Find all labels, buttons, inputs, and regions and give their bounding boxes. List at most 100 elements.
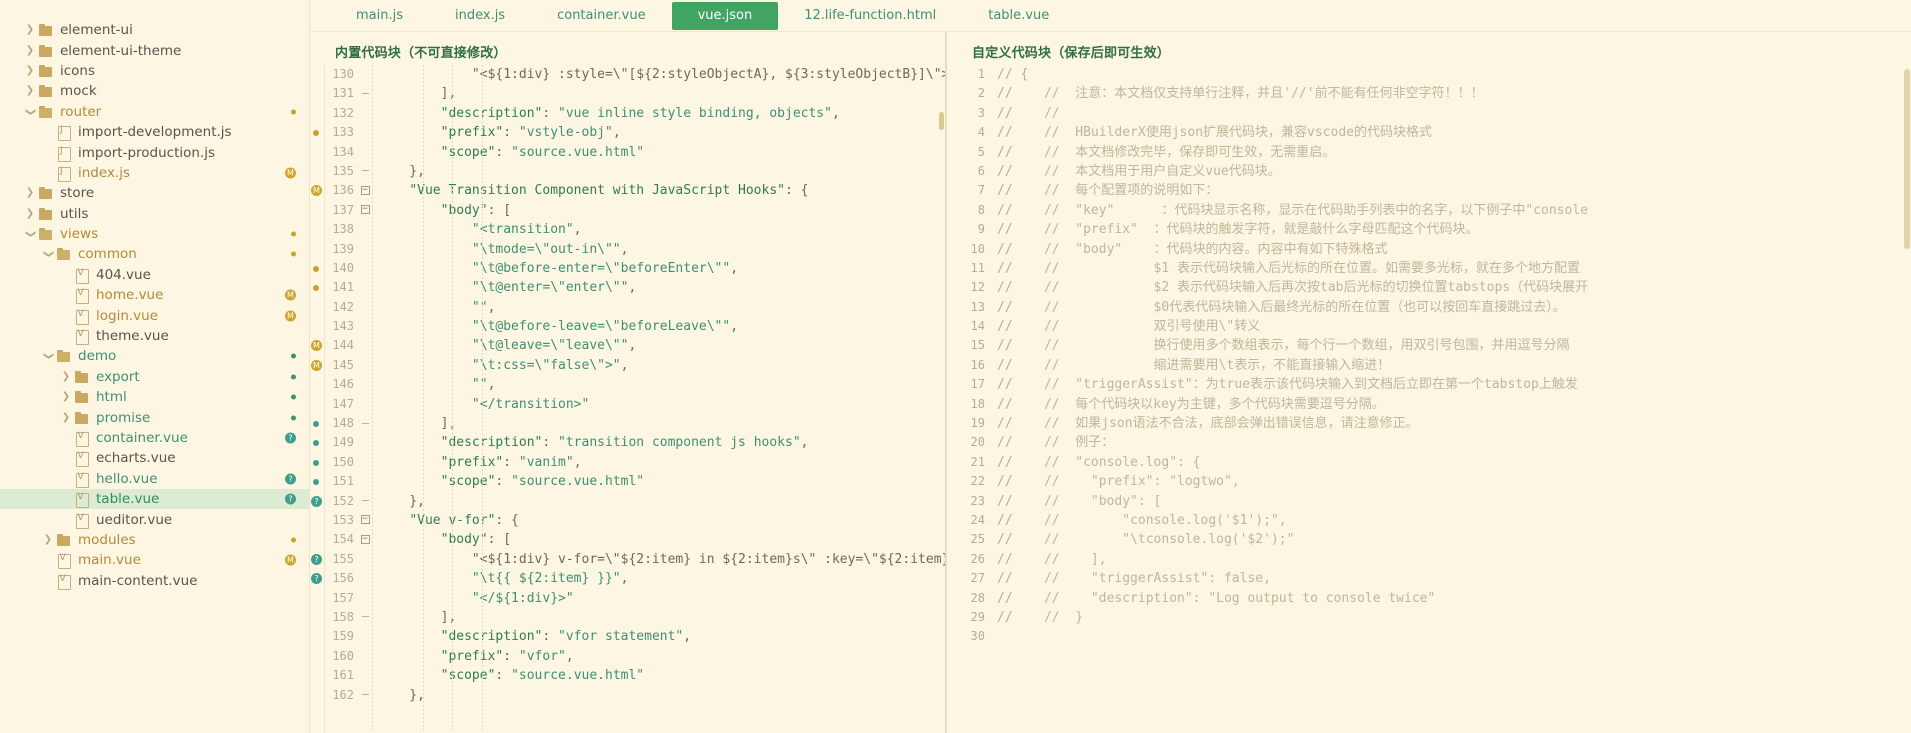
editor-tab-bar[interactable]: main.js index.js container.vue vue.json 12.l…	[310, 0, 1911, 32]
code-line[interactable]: 17 // // "triggerAssist"：为true表示该代码块输入到文档…	[947, 375, 1911, 394]
code-line[interactable]: 139 "\tmode=\"out-in\"",	[310, 240, 945, 259]
code-line[interactable]: 149 "description": "transition component…	[310, 433, 945, 452]
fold-control[interactable]: −	[358, 530, 372, 549]
editor-tab-12-life-function-html[interactable]: 12.life-function.html	[778, 2, 962, 30]
fold-control[interactable]: −	[358, 181, 372, 200]
tree-item-utils[interactable]: ❯ utils	[0, 204, 310, 224]
chevron-down-icon[interactable]: ❯	[40, 249, 56, 259]
tree-item-html[interactable]: ❯ html	[0, 387, 310, 407]
tree-item-container-vue[interactable]: container.vue?	[0, 428, 310, 448]
tree-item-store[interactable]: ❯ store	[0, 183, 310, 203]
editor-tab-table-vue[interactable]: table.vue	[962, 2, 1075, 30]
code-line[interactable]: 27 // // "triggerAssist": false,	[947, 569, 1911, 588]
code-line[interactable]: M 144 "\t@leave=\"leave\"",	[310, 336, 945, 355]
tree-item-login-vue[interactable]: login.vue M	[0, 305, 310, 325]
code-line[interactable]: ? 152 },	[310, 492, 945, 511]
code-line[interactable]: 20 // // 例子：	[947, 433, 1911, 452]
builtin-snippets-pane[interactable]: 内置代码块（不可直接修改） 130 "<${1:div} :style=\"[$…	[310, 32, 945, 733]
right-pane-scrollbar[interactable]	[1903, 65, 1911, 733]
tree-item-ueditor-vue[interactable]: ueditor.vue	[0, 509, 310, 529]
custom-snippets-pane[interactable]: 自定义代码块（保存后即可生效） 1 // {2 // // 注意：本文档仅支持单行注…	[947, 32, 1911, 733]
tree-item-theme-vue[interactable]: theme.vue	[0, 326, 310, 346]
custom-snippets-code[interactable]: 1 // {2 // // 注意：本文档仅支持单行注释，并且'//'前不能有任何非空…	[947, 65, 1911, 733]
scrollbar-thumb[interactable]	[939, 112, 944, 130]
code-line[interactable]: 135 },	[310, 162, 945, 181]
code-line[interactable]: 11 // // $1 表示代码块输入后光标的所在位置。如需要多光标，就在多个地方…	[947, 259, 1911, 278]
tree-item-table-vue[interactable]: table.vue?	[0, 488, 310, 510]
code-line[interactable]: 30	[947, 627, 1911, 646]
code-line[interactable]: 148 ],	[310, 414, 945, 433]
chevron-down-icon[interactable]: ❯	[22, 107, 38, 117]
code-line[interactable]: 3 // //	[947, 104, 1911, 123]
editor-tab-main-js[interactable]: main.js	[330, 2, 429, 30]
code-line[interactable]: 134 "scope": "source.vue.html"	[310, 143, 945, 162]
project-file-tree[interactable]: ❯ element-ui ❯ element-ui-theme ❯ icons ❯ mock ❯…	[0, 0, 310, 733]
chevron-right-icon[interactable]: ❯	[22, 86, 38, 96]
code-line[interactable]: 154− "body": [	[310, 530, 945, 549]
chevron-right-icon[interactable]: ❯	[58, 371, 74, 382]
code-line[interactable]: 8 // // "key" ：代码块显示名称，显示在代码助手列表中的名字，以下例子…	[947, 201, 1911, 220]
code-line[interactable]: 26 // // ],	[947, 550, 1911, 569]
code-line[interactable]: 140 "\t@before-enter=\"beforeEnter\"",	[310, 259, 945, 278]
code-line[interactable]: 131 ],	[310, 84, 945, 103]
code-line[interactable]: 151 "scope": "source.vue.html"	[310, 472, 945, 491]
tree-item-mock[interactable]: ❯ mock	[0, 81, 310, 101]
code-line[interactable]: 12 // // $2 表示代码块输入后再次按tab后光标的切换位置tabstop…	[947, 278, 1911, 297]
chevron-right-icon[interactable]: ❯	[58, 392, 74, 402]
code-line[interactable]: 1 // {	[947, 65, 1911, 84]
tree-item-hello-vue[interactable]: hello.vue?	[0, 469, 310, 489]
tree-item-demo[interactable]: ❯ demo	[0, 346, 310, 366]
fold-control[interactable]: −	[358, 511, 372, 530]
tree-item-echarts-vue[interactable]: echarts.vue	[0, 448, 310, 468]
scrollbar-thumb[interactable]	[1904, 69, 1910, 249]
code-line[interactable]: 10 // // "body" ：代码块的内容。内容中有如下特殊格式	[947, 240, 1911, 259]
code-line[interactable]: 21 // // "console.log": {	[947, 453, 1911, 472]
chevron-right-icon[interactable]: ❯	[22, 45, 38, 56]
tree-item-404-vue[interactable]: 404.vue	[0, 265, 310, 285]
code-line[interactable]: 16 // // 缩进需要用\t表示，不能直接输入缩进！	[947, 356, 1911, 375]
code-line[interactable]: 5 // // 本文档修改完毕，保存即可生效，无需重启。	[947, 143, 1911, 162]
code-line[interactable]: 132 "description": "vue inline style bin…	[310, 104, 945, 123]
code-line[interactable]: M 136− "Vue Transition Component with Jav…	[310, 181, 945, 200]
editor-tab-index-js[interactable]: index.js	[429, 2, 531, 30]
tree-item-views[interactable]: ❯ views	[0, 224, 310, 244]
code-line[interactable]: 9 // // "prefix" ：代码块的触发字符，就是敲什么字母匹配这个代码块…	[947, 220, 1911, 239]
code-line[interactable]: 24 // // "console.log('$1');",	[947, 511, 1911, 530]
tree-item-router[interactable]: ❯ router	[0, 102, 310, 122]
code-line[interactable]: 130 "<${1:div} :style=\"[${2:styleObject…	[310, 65, 945, 84]
chevron-right-icon[interactable]: ❯	[22, 208, 38, 219]
tree-item-common[interactable]: ❯ common	[0, 244, 310, 264]
builtin-snippets-code[interactable]: 130 "<${1:div} :style=\"[${2:styleObject…	[310, 65, 945, 733]
chevron-down-icon[interactable]: ❯	[40, 351, 56, 361]
code-line[interactable]: 29 // // }	[947, 608, 1911, 627]
code-line[interactable]: 141 "\t@enter=\"enter\"",	[310, 278, 945, 297]
fold-control[interactable]: −	[358, 201, 372, 220]
code-line[interactable]: 158 ],	[310, 608, 945, 627]
tree-item-main-vue[interactable]: main.vue M	[0, 550, 310, 570]
code-lines[interactable]: 130 "<${1:div} :style=\"[${2:styleObject…	[310, 65, 945, 705]
code-line[interactable]: 147 "</transition>"	[310, 395, 945, 414]
code-line[interactable]: 153− "Vue v-for": {	[310, 511, 945, 530]
code-line[interactable]: 161 "scope": "source.vue.html"	[310, 666, 945, 685]
code-line[interactable]: 13 // // $0代表代码块输入后最终光标的所在位置（也可以按回车直接跳过去）…	[947, 298, 1911, 317]
tree-item-main-content-vue[interactable]: main-content.vue	[0, 571, 310, 591]
file-tree-list[interactable]: ❯ element-ui ❯ element-ui-theme ❯ icons ❯ mock ❯…	[0, 20, 310, 591]
code-line[interactable]: 7 // // 每个配置项的说明如下：	[947, 181, 1911, 200]
chevron-right-icon[interactable]: ❯	[22, 188, 38, 198]
left-pane-scrollbar[interactable]	[938, 32, 945, 733]
code-line[interactable]: 23 // // "body": [	[947, 492, 1911, 511]
code-line[interactable]: 142 "",	[310, 298, 945, 317]
code-line[interactable]: 15 // // 换行使用多个数组表示，每个行一个数组，用双引号包围，并用逗号分隔	[947, 336, 1911, 355]
chevron-down-icon[interactable]: ❯	[22, 229, 38, 239]
code-line[interactable]: 4 // // HBuilderX使用json扩展代码块，兼容vscode的代码块…	[947, 123, 1911, 142]
code-line[interactable]: ? 156 "\t{{ ${2:item} }}",	[310, 569, 945, 588]
code-line[interactable]: 143 "\t@before-leave=\"beforeLeave\"",	[310, 317, 945, 336]
code-line[interactable]: 2 // // 注意：本文档仅支持单行注释，并且'//'前不能有任何非空字符！！！	[947, 84, 1911, 103]
code-line[interactable]: 162 },	[310, 686, 945, 705]
tree-item-import-production-js[interactable]: import-production.js	[0, 142, 310, 162]
code-line[interactable]: 160 "prefix": "vfor",	[310, 647, 945, 666]
code-line[interactable]: 25 // // "\tconsole.log('$2');"	[947, 530, 1911, 549]
tree-item-import-development-js[interactable]: import-development.js	[0, 122, 310, 142]
code-line[interactable]: 19 // // 如果json语法不合法，底部会弹出错误信息，请注意修正。	[947, 414, 1911, 433]
code-line[interactable]: 22 // // "prefix": "logtwo",	[947, 472, 1911, 491]
